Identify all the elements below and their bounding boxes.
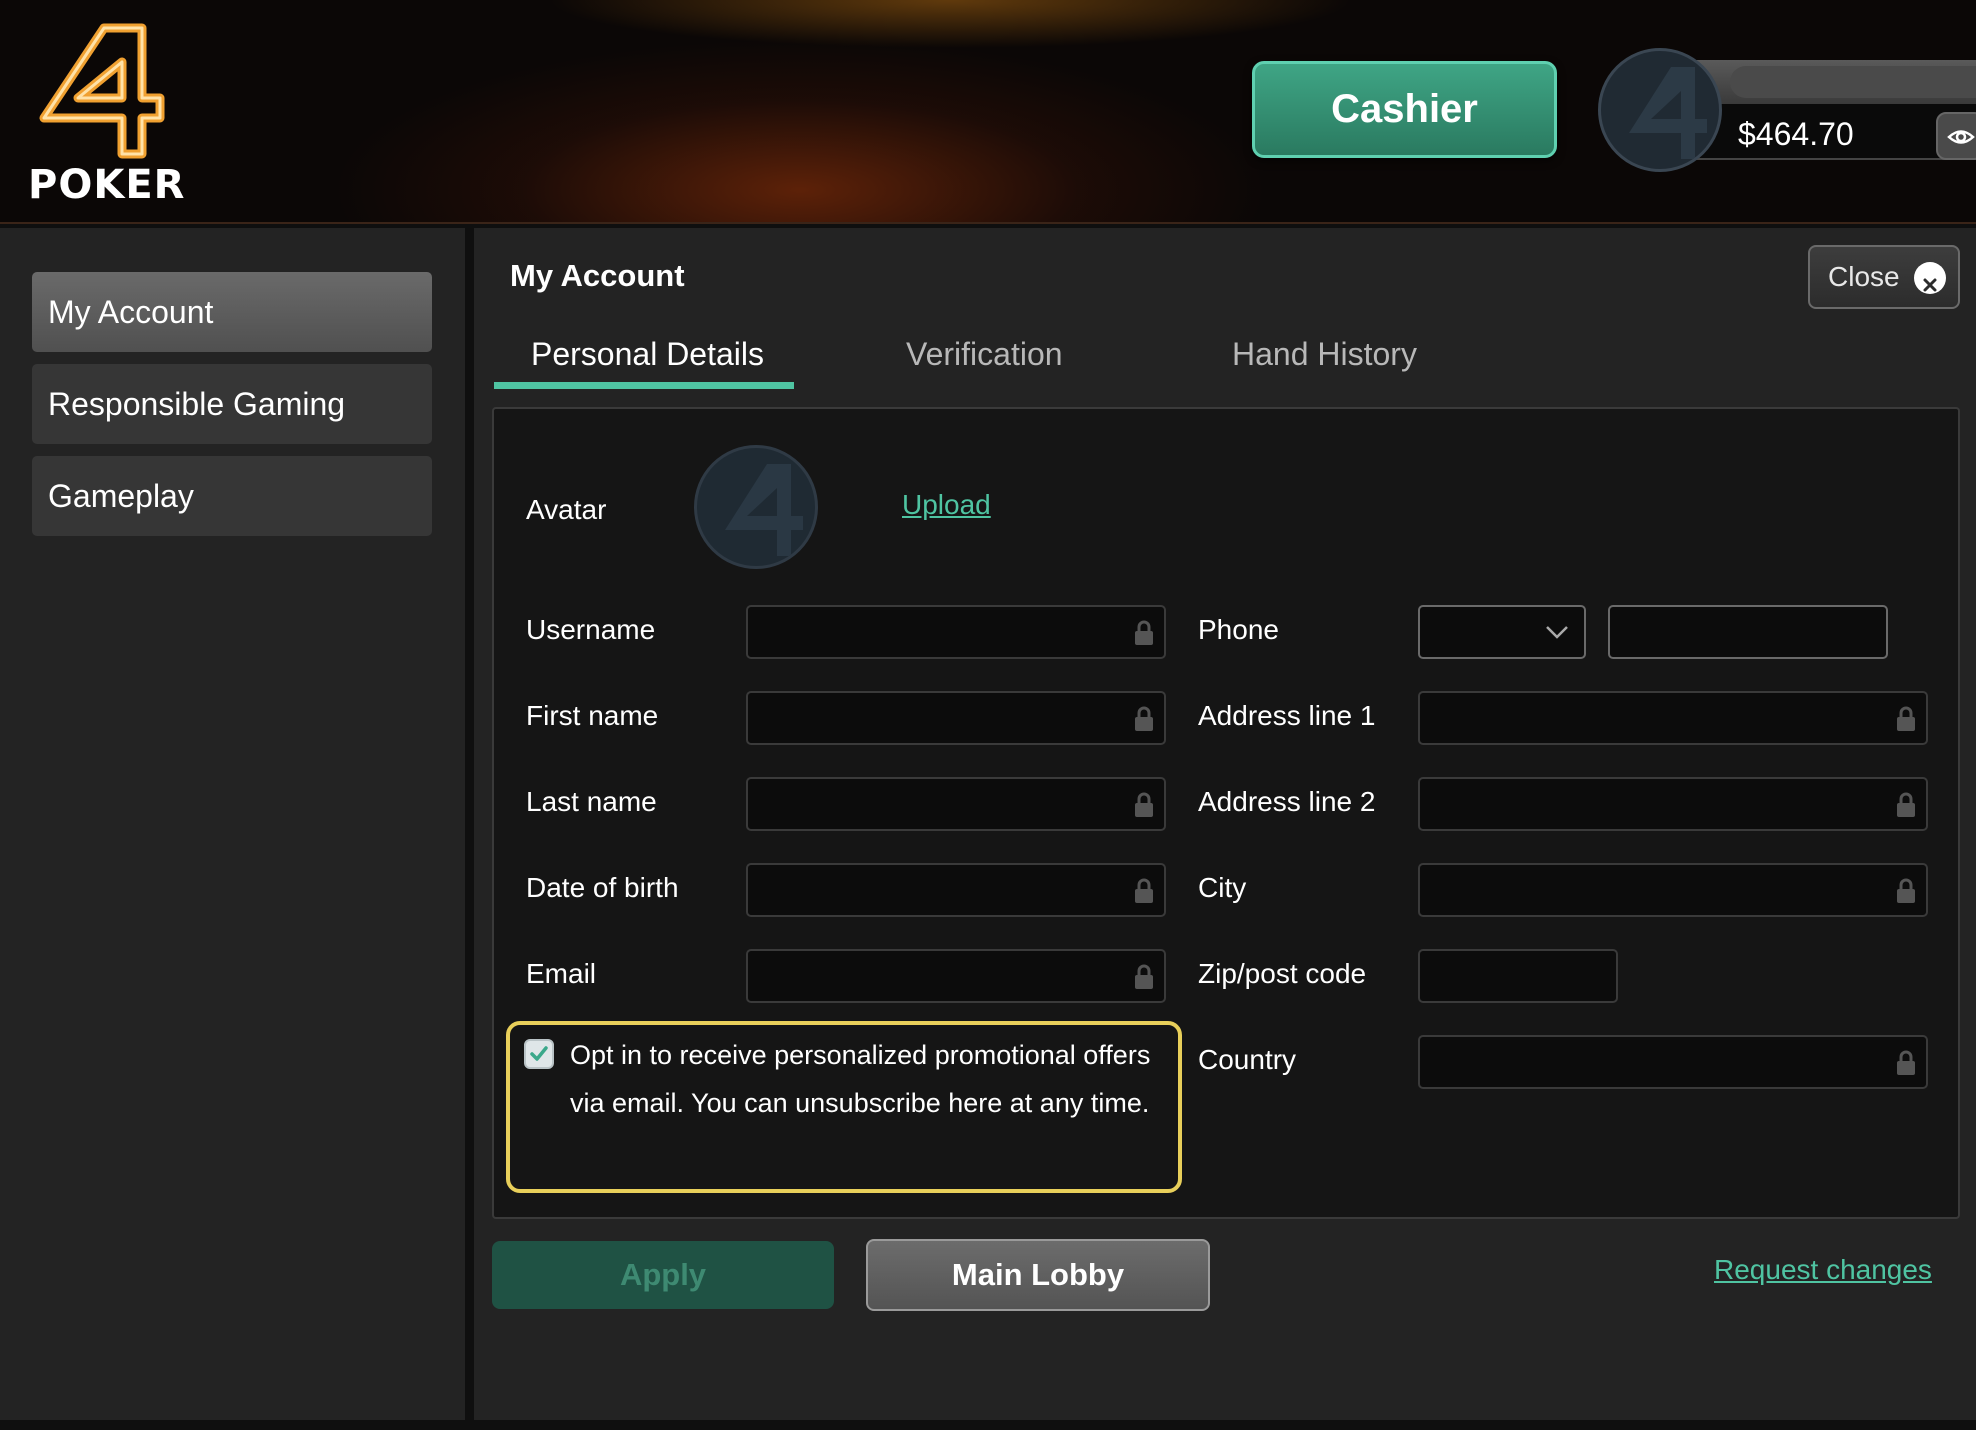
logo-text: POKER <box>28 162 186 208</box>
address-line-1-field <box>1418 691 1928 745</box>
city-label: City <box>1198 872 1247 903</box>
sidebar-item-my-account[interactable]: My Account <box>32 272 432 352</box>
tab-verification[interactable]: Verification <box>906 336 1063 373</box>
last-name-field <box>746 777 1166 831</box>
sidebar: My Account Responsible Gaming Gameplay <box>0 228 465 1420</box>
username-bar <box>1680 60 1976 104</box>
username-label: Username <box>526 614 656 645</box>
checkmark-icon <box>530 1046 548 1061</box>
username-field <box>746 605 1166 659</box>
lock-icon <box>1135 792 1153 817</box>
balance-amount: $464.70 <box>1738 116 1854 152</box>
opt-in-text: Opt in to receive personalized promotion… <box>570 1040 1151 1118</box>
main-panel: My Account Close Personal Details Verifi… <box>474 228 1976 1420</box>
toggle-balance-visibility-button[interactable] <box>1936 112 1976 160</box>
active-tab-indicator <box>494 382 794 389</box>
avatar-four-icon <box>725 464 803 556</box>
lock-icon <box>1897 706 1915 731</box>
email-label: Email <box>526 958 597 989</box>
lock-icon <box>1897 792 1915 817</box>
cashier-button[interactable]: Cashier <box>1252 61 1557 158</box>
lock-icon <box>1135 878 1153 903</box>
first-name-field <box>746 691 1166 745</box>
page-title: My Account <box>510 258 685 293</box>
tab-hand-history[interactable]: Hand History <box>1232 336 1417 373</box>
lock-icon <box>1897 878 1915 903</box>
close-label: Close <box>1828 261 1900 292</box>
main-lobby-button[interactable]: Main Lobby <box>866 1239 1210 1311</box>
address-line-1-label: Address line 1 <box>1198 700 1376 731</box>
avatar-label: Avatar <box>526 494 607 525</box>
sidebar-item-gameplay[interactable]: Gameplay <box>32 456 432 536</box>
date-of-birth-field <box>746 863 1166 917</box>
header-avatar[interactable] <box>1598 48 1722 172</box>
personal-details-form: Avatar Upload Username First name Last n… <box>492 407 1960 1219</box>
lock-icon <box>1135 706 1153 731</box>
country-field <box>1418 1035 1928 1089</box>
first-name-label: First name <box>526 700 659 731</box>
close-button[interactable]: Close <box>1808 245 1960 309</box>
chevron-down-icon <box>1546 626 1568 639</box>
sidebar-item-responsible-gaming[interactable]: Responsible Gaming <box>32 364 432 444</box>
lock-icon <box>1897 1050 1915 1075</box>
apply-button[interactable]: Apply <box>492 1241 834 1309</box>
close-icon <box>1914 262 1946 294</box>
avatar <box>694 445 818 569</box>
request-changes-link[interactable]: Request changes <box>1714 1254 1932 1286</box>
lock-icon <box>1135 964 1153 989</box>
email-opt-in: Opt in to receive personalized promotion… <box>506 1021 1182 1193</box>
address-line-2-field <box>1418 777 1928 831</box>
zip-code-field <box>1418 949 1618 1003</box>
date-of-birth-label: Date of birth <box>526 872 679 903</box>
address-line-2-label: Address line 2 <box>1198 786 1376 817</box>
upload-avatar-link[interactable]: Upload <box>902 489 991 521</box>
lock-icon <box>1135 620 1153 645</box>
email-field <box>746 949 1166 1003</box>
logo: POKER <box>26 22 184 208</box>
last-name-label: Last name <box>526 786 657 817</box>
logo-four-icon <box>39 23 165 159</box>
tab-personal-details[interactable]: Personal Details <box>531 336 764 373</box>
balance-panel: $464.70 <box>1680 60 1976 160</box>
phone-country-code-select[interactable] <box>1418 605 1586 659</box>
phone-number-input[interactable] <box>1608 605 1888 659</box>
top-header: POKER Cashier $464.70 <box>0 0 1976 224</box>
opt-in-checkbox[interactable] <box>524 1039 554 1069</box>
city-field <box>1418 863 1928 917</box>
phone-label: Phone <box>1198 614 1279 645</box>
zip-code-label: Zip/post code <box>1198 958 1367 989</box>
country-label: Country <box>1198 1044 1297 1075</box>
eye-icon <box>1947 130 1975 144</box>
